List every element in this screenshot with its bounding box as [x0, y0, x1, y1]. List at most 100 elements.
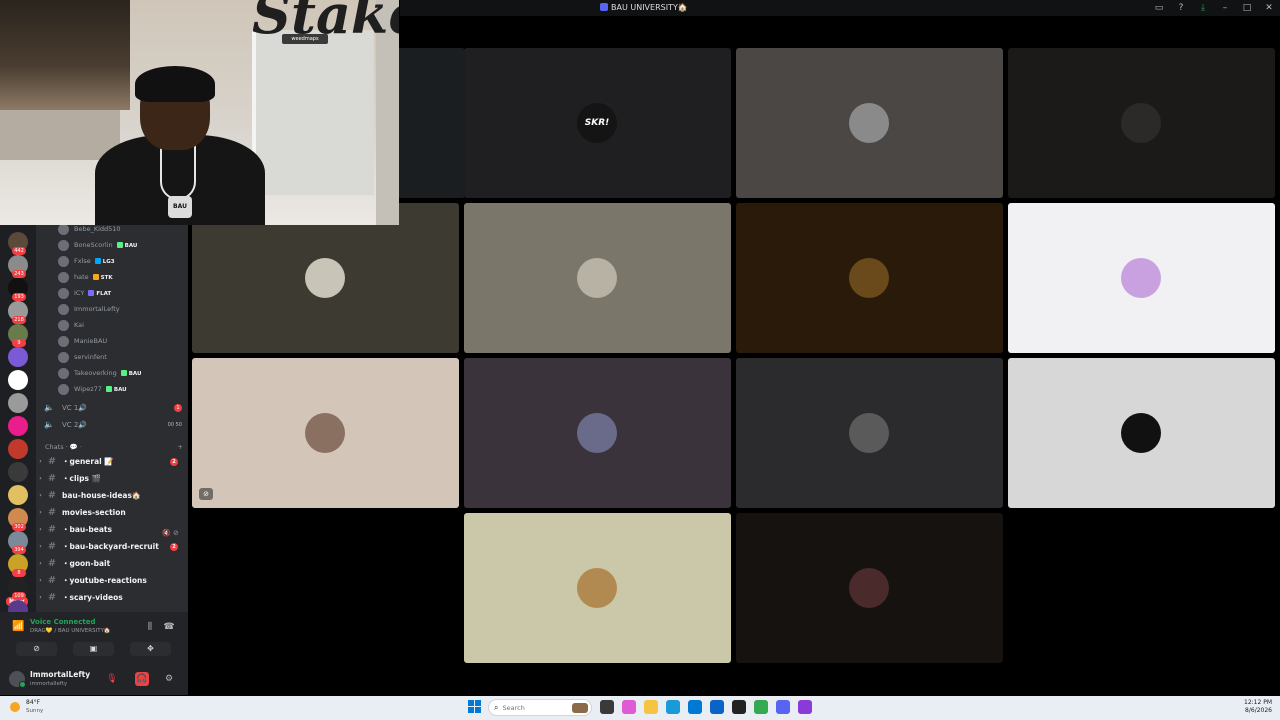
text-channel[interactable]: › # ・bau-backyard-recruit 2	[36, 539, 186, 554]
outlook-icon[interactable]	[710, 700, 724, 714]
voice-user[interactable]: ManieBAU	[58, 334, 107, 348]
chevron-right-icon[interactable]: ›	[36, 577, 45, 584]
voice-user[interactable]: servinfent	[58, 350, 107, 364]
chevron-right-icon[interactable]: ›	[36, 594, 45, 601]
file-explorer-icon[interactable]	[600, 700, 614, 714]
folder-icon[interactable]	[644, 700, 658, 714]
windows-start-icon[interactable]	[468, 700, 482, 714]
server-icon[interactable]	[8, 347, 28, 367]
store-icon[interactable]	[688, 700, 702, 714]
github-icon[interactable]	[732, 700, 746, 714]
search-input[interactable]	[502, 703, 563, 712]
voice-user[interactable]: Wipez77 BAU	[58, 382, 127, 396]
server-icon[interactable]: 394	[8, 531, 28, 554]
settings-gear-icon[interactable]: ⚙	[162, 672, 176, 686]
avatar[interactable]	[9, 671, 26, 688]
server-icon[interactable]: 193	[8, 278, 28, 301]
voice-user[interactable]: ImmortalLefty	[58, 302, 120, 316]
weather-temp[interactable]: 84°F	[26, 699, 40, 706]
edge-icon[interactable]	[666, 700, 680, 714]
weather-desc[interactable]: Sunny	[26, 708, 43, 714]
server-icon[interactable]: 109	[8, 577, 28, 600]
chevron-right-icon[interactable]: ›	[36, 509, 45, 516]
video-tile[interactable]	[1008, 203, 1275, 353]
server-icon[interactable]: 442	[8, 232, 28, 255]
server-icon[interactable]	[8, 416, 28, 436]
chrome-icon[interactable]	[754, 700, 768, 714]
text-channel[interactable]: › # ・bau-beats	[36, 522, 186, 537]
chevron-right-icon[interactable]: ›	[36, 492, 45, 499]
chevron-right-icon[interactable]: ›	[36, 543, 45, 550]
voice-channel[interactable]: 🔈 VC 2🔊 00 50	[44, 418, 182, 432]
chevron-right-icon[interactable]: ›	[36, 560, 45, 567]
inbox-icon[interactable]: ▭	[1148, 0, 1170, 16]
voice-user[interactable]: hate STK	[58, 270, 113, 284]
screen-share-button[interactable]: ▣	[73, 642, 114, 656]
minimize-icon[interactable]: –	[1214, 0, 1236, 16]
video-tile[interactable]	[1008, 358, 1275, 508]
video-tile[interactable]	[736, 203, 1003, 353]
sun-icon[interactable]	[10, 702, 20, 712]
server-icon[interactable]	[8, 439, 28, 459]
taskbar-search[interactable]: ⌕	[488, 699, 592, 716]
server-icon[interactable]	[8, 393, 28, 413]
download-icon[interactable]: ⤓	[1192, 0, 1214, 16]
video-tile[interactable]	[736, 48, 1003, 198]
camera-button[interactable]: ⊘	[16, 642, 57, 656]
video-tile[interactable]	[464, 358, 731, 508]
voice-channel[interactable]: 🔈 VC 1🔊 1	[44, 401, 182, 415]
voice-user[interactable]: ICY FLAT	[58, 286, 111, 300]
voice-user[interactable]: Fxlse LG3	[58, 254, 115, 268]
app-purple-icon[interactable]	[798, 700, 812, 714]
chevron-right-icon[interactable]: ›	[36, 526, 45, 533]
voice-user[interactable]: BoneScorlin BAU	[58, 238, 137, 252]
server-icon[interactable]	[8, 485, 28, 505]
activities-button[interactable]: ✥	[130, 642, 171, 656]
video-tile[interactable]: SKR!	[464, 48, 731, 198]
voice-user[interactable]: Kai	[58, 318, 84, 332]
noise-suppression-icon[interactable]: ⫼	[144, 621, 156, 633]
text-channel[interactable]: › # ・general 📝 2	[36, 454, 186, 469]
copilot-icon[interactable]	[622, 700, 636, 714]
video-tile[interactable]	[464, 513, 731, 663]
discord-icon[interactable]	[776, 700, 790, 714]
video-tile[interactable]	[397, 48, 465, 198]
mute-mic-icon[interactable]: 🎙	[105, 672, 119, 686]
help-icon[interactable]: ?	[1170, 0, 1192, 16]
text-channel[interactable]: › # movies-section	[36, 505, 186, 520]
video-tile[interactable]	[1008, 48, 1275, 198]
video-tile[interactable]	[736, 513, 1003, 663]
video-tile[interactable]: ⊘	[192, 358, 459, 508]
voice-user[interactable]: Takeoverking BAU	[58, 366, 141, 380]
text-channel[interactable]: › # bau-house-ideas🏠	[36, 488, 186, 503]
text-channel[interactable]: › # ・scary-videos	[36, 590, 186, 605]
hashtag-icon: #	[47, 558, 57, 569]
video-tile[interactable]	[464, 203, 731, 353]
signal-icon[interactable]: 📶	[12, 622, 24, 632]
text-channel[interactable]: › # ・clips 🎬	[36, 471, 186, 486]
video-tile[interactable]	[736, 358, 1003, 508]
text-channel[interactable]: › # ・goon-bait	[36, 556, 186, 571]
maximize-icon[interactable]: □	[1236, 0, 1258, 16]
tag-icon	[105, 385, 112, 392]
server-icon[interactable]: 8	[8, 554, 28, 577]
system-clock[interactable]: 12:12 PM 8/6/2026	[1240, 699, 1272, 715]
server-icon[interactable]	[8, 462, 28, 482]
server-icon[interactable]: 9	[8, 324, 28, 347]
clock-date: 8/6/2026	[1245, 707, 1272, 714]
server-icon[interactable]: 218	[8, 301, 28, 324]
add-channel-icon[interactable]: +	[178, 443, 183, 451]
category-chats[interactable]: Chats · 💬 · +	[45, 443, 183, 451]
disconnect-icon[interactable]: ☎	[163, 621, 175, 633]
close-icon[interactable]: ✕	[1258, 0, 1280, 16]
server-icon[interactable]	[8, 370, 28, 390]
server-icon[interactable]: 302	[8, 508, 28, 531]
chevron-right-icon[interactable]: ›	[36, 458, 45, 465]
voice-channel-path[interactable]: DRAG💛 / BAU UNIVERSITY🏠	[30, 628, 111, 634]
text-channel[interactable]: › # ・youtube-reactions	[36, 573, 186, 588]
video-tile[interactable]	[192, 203, 459, 353]
deafen-headphones-icon[interactable]: 🎧	[135, 672, 149, 686]
chevron-right-icon[interactable]: ›	[36, 475, 45, 482]
voice-connected-title[interactable]: Voice Connected	[30, 618, 96, 626]
server-icon[interactable]: 243	[8, 255, 28, 278]
